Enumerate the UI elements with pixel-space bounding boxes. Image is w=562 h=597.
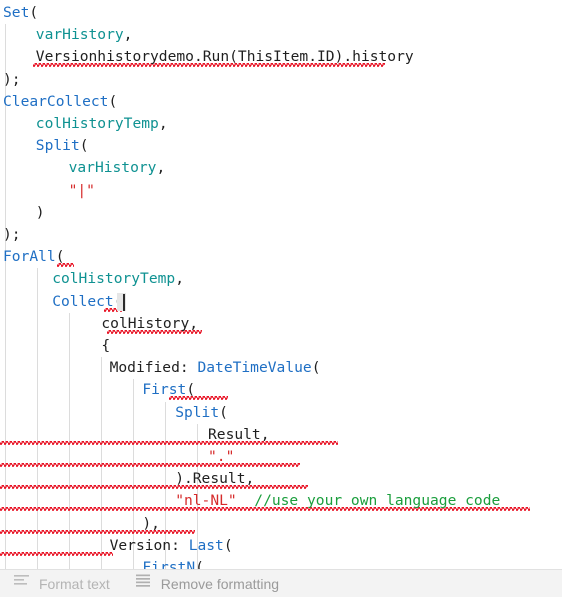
error-squiggle bbox=[0, 440, 338, 445]
error-squiggle bbox=[0, 551, 113, 556]
code-line[interactable]: "nl-NL" //use your own language code bbox=[175, 490, 500, 512]
code-line[interactable]: Result, bbox=[208, 424, 270, 446]
code-line[interactable]: ); bbox=[3, 69, 21, 91]
remove-formatting-button[interactable]: Remove formatting bbox=[122, 570, 291, 597]
lines-icon bbox=[135, 574, 152, 593]
code-line[interactable]: colHistoryTemp, bbox=[36, 113, 168, 135]
format-text-button[interactable]: Format text bbox=[0, 570, 122, 597]
error-squiggle bbox=[0, 529, 195, 534]
error-squiggle bbox=[0, 485, 308, 490]
code-line[interactable]: ).Result, bbox=[175, 468, 254, 490]
remove-formatting-label: Remove formatting bbox=[160, 575, 280, 592]
code-line[interactable]: ), bbox=[142, 513, 160, 535]
code-line[interactable]: "." bbox=[208, 446, 234, 468]
code-line[interactable]: Versionhistorydemo.Run(ThisItem.ID).hist… bbox=[36, 46, 414, 68]
code-line[interactable]: varHistory, bbox=[69, 157, 166, 179]
align-left-icon bbox=[14, 574, 30, 593]
caret bbox=[122, 293, 125, 311]
format-text-label: Format text bbox=[39, 575, 110, 592]
code-line[interactable]: Version: Last( bbox=[110, 535, 233, 557]
indent-guide bbox=[37, 268, 38, 570]
formula-editor[interactable]: Set(varHistory, Versionhistorydemo.Run(Th… bbox=[0, 0, 562, 570]
code-line[interactable]: varHistory, bbox=[36, 24, 133, 46]
code-line[interactable]: First( bbox=[142, 379, 195, 401]
code-line[interactable]: ClearCollect( bbox=[3, 91, 117, 113]
code-line[interactable]: Split( bbox=[175, 402, 228, 424]
code-line[interactable]: Set( bbox=[3, 2, 38, 24]
error-squiggle bbox=[0, 463, 300, 467]
code-line[interactable]: ); bbox=[3, 224, 21, 246]
code-line[interactable]: Split( bbox=[36, 135, 89, 157]
code-line[interactable]: ForAll( bbox=[3, 246, 65, 268]
code-line[interactable]: colHistoryTemp, bbox=[52, 268, 184, 290]
code-line[interactable]: Collect( bbox=[52, 291, 122, 313]
code-line[interactable]: "|" bbox=[69, 180, 95, 202]
code-line[interactable]: ) bbox=[36, 202, 45, 224]
editor-toolbar: Format text Remove formatting bbox=[0, 569, 562, 597]
code-line[interactable]: { bbox=[101, 335, 110, 357]
code-line[interactable]: colHistory, bbox=[101, 313, 198, 335]
code-line[interactable]: Modified: DateTimeValue( bbox=[110, 357, 321, 379]
